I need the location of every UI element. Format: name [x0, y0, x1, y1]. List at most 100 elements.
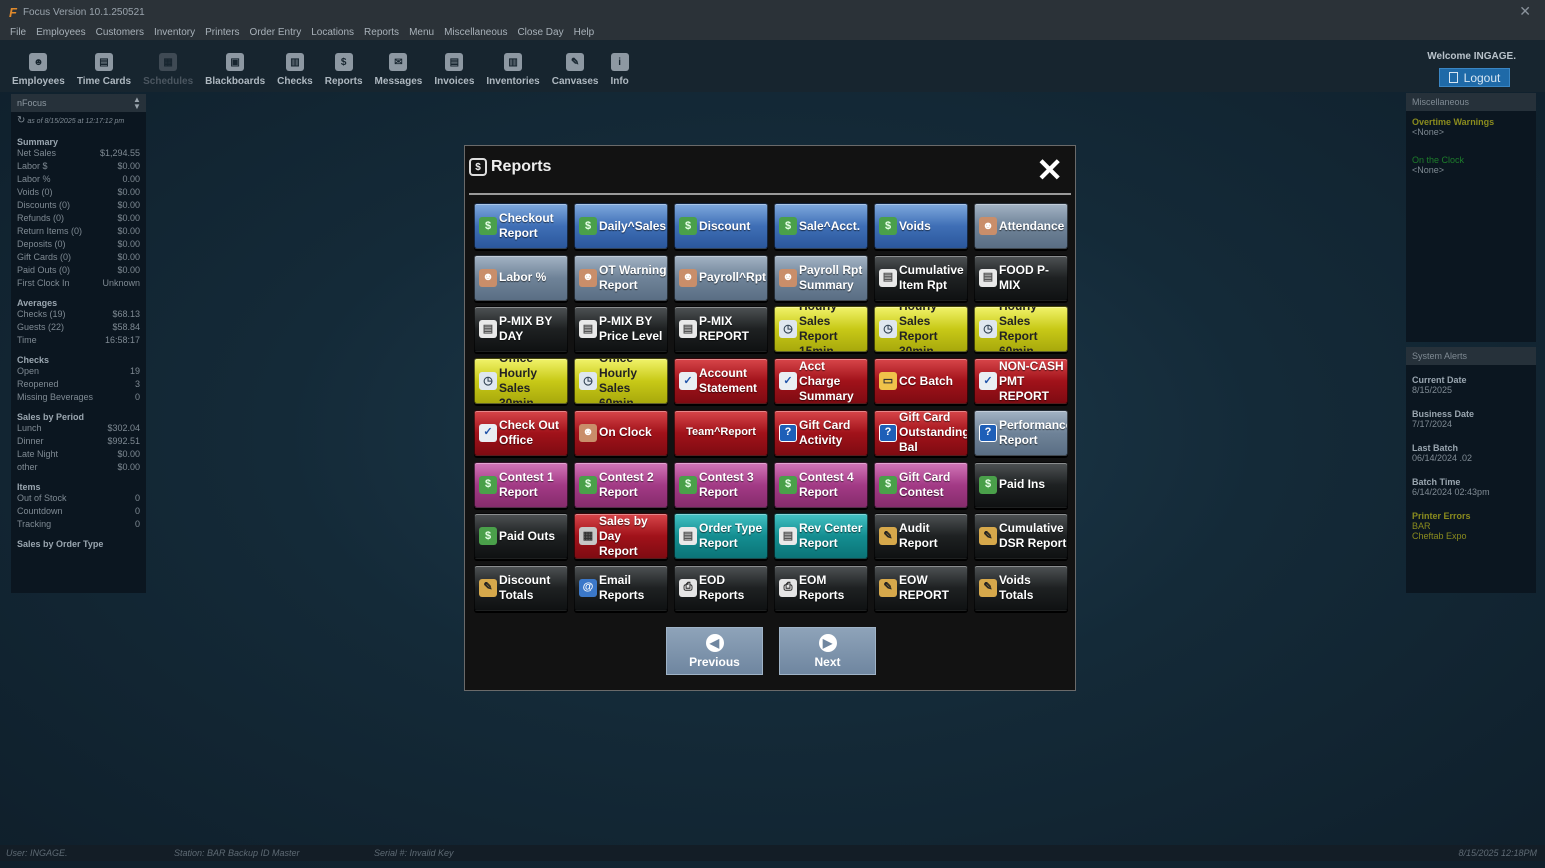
window-title-bar: F Focus Version 10.1.250521 ✕ — [0, 0, 1545, 24]
report-button-team-report[interactable]: Team^Report — [674, 409, 768, 456]
report-button-on-clock[interactable]: ☻ On Clock — [574, 409, 668, 456]
stat-value: $0.00 — [117, 239, 140, 249]
report-button-cumulative-dsr-report[interactable]: ✎ Cumulative DSR Report — [974, 513, 1068, 560]
report-button-daily-sales[interactable]: $ Daily^Sales — [574, 203, 668, 249]
report-button-label: OT Warning Report — [599, 262, 667, 292]
report-button-label: Sale^Acct. — [799, 218, 861, 233]
close-dialog-icon[interactable]: ✕ — [1036, 152, 1063, 188]
report-button-attendance[interactable]: ☻ Attendance — [974, 203, 1068, 249]
report-button-p-mix-by-day[interactable]: ▤ P-MIX BY DAY — [474, 306, 568, 353]
report-button-office-hourly-sales-30min[interactable]: ◷ Office Hourly Sales 30min — [474, 358, 568, 405]
report-button-payroll-rpt-summary[interactable]: ☻ Payroll Rpt Summary — [774, 254, 868, 301]
report-button-hourly-sales-report-60min[interactable]: ◷ Hourly Sales Report 60min — [974, 306, 1068, 353]
stat-label: Discounts (0) — [17, 200, 71, 210]
next-button[interactable]: ▶ Next — [779, 627, 876, 675]
report-button-label: Acct Charge Summary — [799, 358, 854, 403]
stat-row: Return Items (0) $0.00 — [17, 225, 140, 238]
menu-item-customers[interactable]: Customers — [96, 27, 144, 38]
toolbar-checks-button[interactable]: ▥ Checks — [277, 40, 313, 87]
report-button-contest-2-report[interactable]: $ Contest 2 Report — [574, 461, 668, 508]
report-button-contest-4-report[interactable]: $ Contest 4 Report — [774, 461, 868, 508]
report-button-paid-outs[interactable]: $ Paid Outs — [474, 513, 568, 560]
report-button-payroll-rpt[interactable]: ☻ Payroll^Rpt — [674, 254, 768, 301]
menu-item-inventory[interactable]: Inventory — [154, 27, 195, 38]
section-summary: Summary Net Sales $1,294.55 Labor $ $0.00 Lab… — [11, 137, 146, 290]
menu-item-order-entry[interactable]: Order Entry — [250, 27, 302, 38]
refresh-icon[interactable]: ↻ — [17, 115, 25, 126]
report-button-eom-reports[interactable]: ⎙ EOM Reports — [774, 564, 868, 611]
inventories-icon: ▥ — [504, 53, 523, 71]
report-button-hourly-sales-report-30min[interactable]: ◷ Hourly Sales Report 30min — [874, 306, 968, 353]
report-button-email-reports[interactable]: @ Email Reports — [574, 564, 668, 611]
menu-item-locations[interactable]: Locations — [311, 27, 354, 38]
report-button-gift-card-contest[interactable]: $ Gift Card Contest — [874, 461, 968, 508]
previous-button[interactable]: ◀ Previous — [666, 627, 763, 675]
menu-item-printers[interactable]: Printers — [205, 27, 239, 38]
report-button-voids-totals[interactable]: ✎ Voids Totals — [974, 564, 1068, 611]
report-button-label: Gift Card Contest — [899, 469, 951, 499]
report-button-p-mix-report[interactable]: ▤ P-MIX REPORT — [674, 306, 768, 353]
report-button-ot-warning-report[interactable]: ☻ OT Warning Report — [574, 254, 668, 301]
report-button-paid-ins[interactable]: $ Paid Ins — [974, 461, 1068, 508]
report-button-gift-card-outstanding-bal[interactable]: ? Gift Card Outstanding Bal — [874, 409, 968, 456]
report-button-account-statement[interactable]: ✓ Account Statement — [674, 358, 768, 405]
pencil-icon: ✎ — [979, 527, 997, 546]
report-button-rev-center-report[interactable]: ▤ Rev Center Report — [774, 513, 868, 560]
report-button-cc-batch[interactable]: ▭ CC Batch — [874, 358, 968, 405]
report-button-voids[interactable]: $ Voids — [874, 203, 968, 249]
report-button-sale-acct[interactable]: $ Sale^Acct. — [774, 203, 868, 249]
logout-button[interactable]: Logout — [1439, 68, 1510, 87]
stat-value: 3 — [134, 379, 140, 389]
report-button-contest-3-report[interactable]: $ Contest 3 Report — [674, 461, 768, 508]
menu-item-employees[interactable]: Employees — [36, 27, 85, 38]
money-icon: $ — [679, 475, 697, 494]
menu-item-help[interactable]: Help — [574, 27, 595, 38]
report-button-discount[interactable]: $ Discount — [674, 203, 768, 249]
as-of-text: ↻ as of 8/15/2025 at 12:17:12 pm — [11, 112, 146, 129]
report-button-p-mix-by-price-level[interactable]: ▤ P-MIX BY Price Level — [574, 306, 668, 353]
report-button-audit-report[interactable]: ✎ Audit Report — [874, 513, 968, 560]
clock-icon: ◷ — [779, 320, 797, 339]
toolbar-info-button[interactable]: i Info — [610, 40, 629, 87]
sort-arrows-icon[interactable]: ▲ ▼ — [131, 96, 143, 111]
report-button-hourly-sales-report-15min[interactable]: ◷ Hourly Sales Report 15min — [774, 306, 868, 353]
stat-label: Tracking — [17, 519, 52, 529]
toolbar-canvases-button[interactable]: ✎ Canvases — [552, 40, 598, 87]
report-button-food-p-mix[interactable]: ▤ FOOD P-MIX — [974, 254, 1068, 301]
report-button-gift-card-activity[interactable]: ? Gift Card Activity — [774, 409, 868, 456]
toolbar-inventories-button[interactable]: ▥ Inventories — [486, 40, 540, 87]
report-button-checkout-report[interactable]: $ Checkout Report — [474, 203, 568, 249]
toolbar-employees-button[interactable]: ☻ Employees — [12, 40, 65, 87]
report-button-discount-totals[interactable]: ✎ Discount Totals — [474, 564, 568, 611]
reports-icon: $ — [469, 158, 487, 176]
menu-item-reports[interactable]: Reports — [364, 27, 399, 38]
report-button-non-cash-pmt-report[interactable]: ✓ NON-CASH PMT REPORT — [974, 358, 1068, 405]
report-button-sales-by-day-report[interactable]: ▦ Sales by Day Report — [574, 513, 668, 560]
report-button-acct-charge-summary[interactable]: ✓ Acct Charge Summary — [774, 358, 868, 405]
toolbar-reports-button[interactable]: $ Reports — [325, 40, 363, 87]
window-close-icon[interactable]: ✕ — [1519, 3, 1531, 20]
report-button-labor[interactable]: ☻ Labor % — [474, 254, 568, 301]
report-button-cumulative-item-rpt[interactable]: ▤ Cumulative Item Rpt — [874, 254, 968, 301]
checklist-icon: ✓ — [779, 372, 797, 391]
report-button-eow-report[interactable]: ✎ EOW REPORT — [874, 564, 968, 611]
menu-item-file[interactable]: File — [10, 27, 26, 38]
report-button-contest-1-report[interactable]: $ Contest 1 Report — [474, 461, 568, 508]
nfocus-panel-header: nFocus ▲ ▼ — [11, 94, 146, 112]
toolbar-messages-button[interactable]: ✉ Messages — [375, 40, 422, 87]
report-button-order-type-report[interactable]: ▤ Order Type Report — [674, 513, 768, 560]
toolbar-blackboards-button[interactable]: ▣ Blackboards — [205, 40, 265, 87]
menu-item-menu[interactable]: Menu — [409, 27, 434, 38]
report-button-label: Discount Totals — [499, 572, 551, 602]
stat-row: First Clock In Unknown — [17, 277, 140, 290]
report-button-performance-report[interactable]: ? Performance Report — [974, 409, 1068, 456]
report-button-check-out-office[interactable]: ✓ Check Out Office — [474, 409, 568, 456]
menu-item-close-day[interactable]: Close Day — [517, 27, 563, 38]
toolbar-invoices-button[interactable]: ▤ Invoices — [434, 40, 474, 87]
email-icon: @ — [579, 578, 597, 597]
report-button-eod-reports[interactable]: ⎙ EOD Reports — [674, 564, 768, 611]
menu-item-miscellaneous[interactable]: Miscellaneous — [444, 27, 507, 38]
report-button-office-hourly-sales-60min[interactable]: ◷ Office Hourly Sales 60min — [574, 358, 668, 405]
toolbar-time-cards-button[interactable]: ▤ Time Cards — [77, 40, 131, 87]
clock-icon: ◷ — [479, 372, 497, 391]
